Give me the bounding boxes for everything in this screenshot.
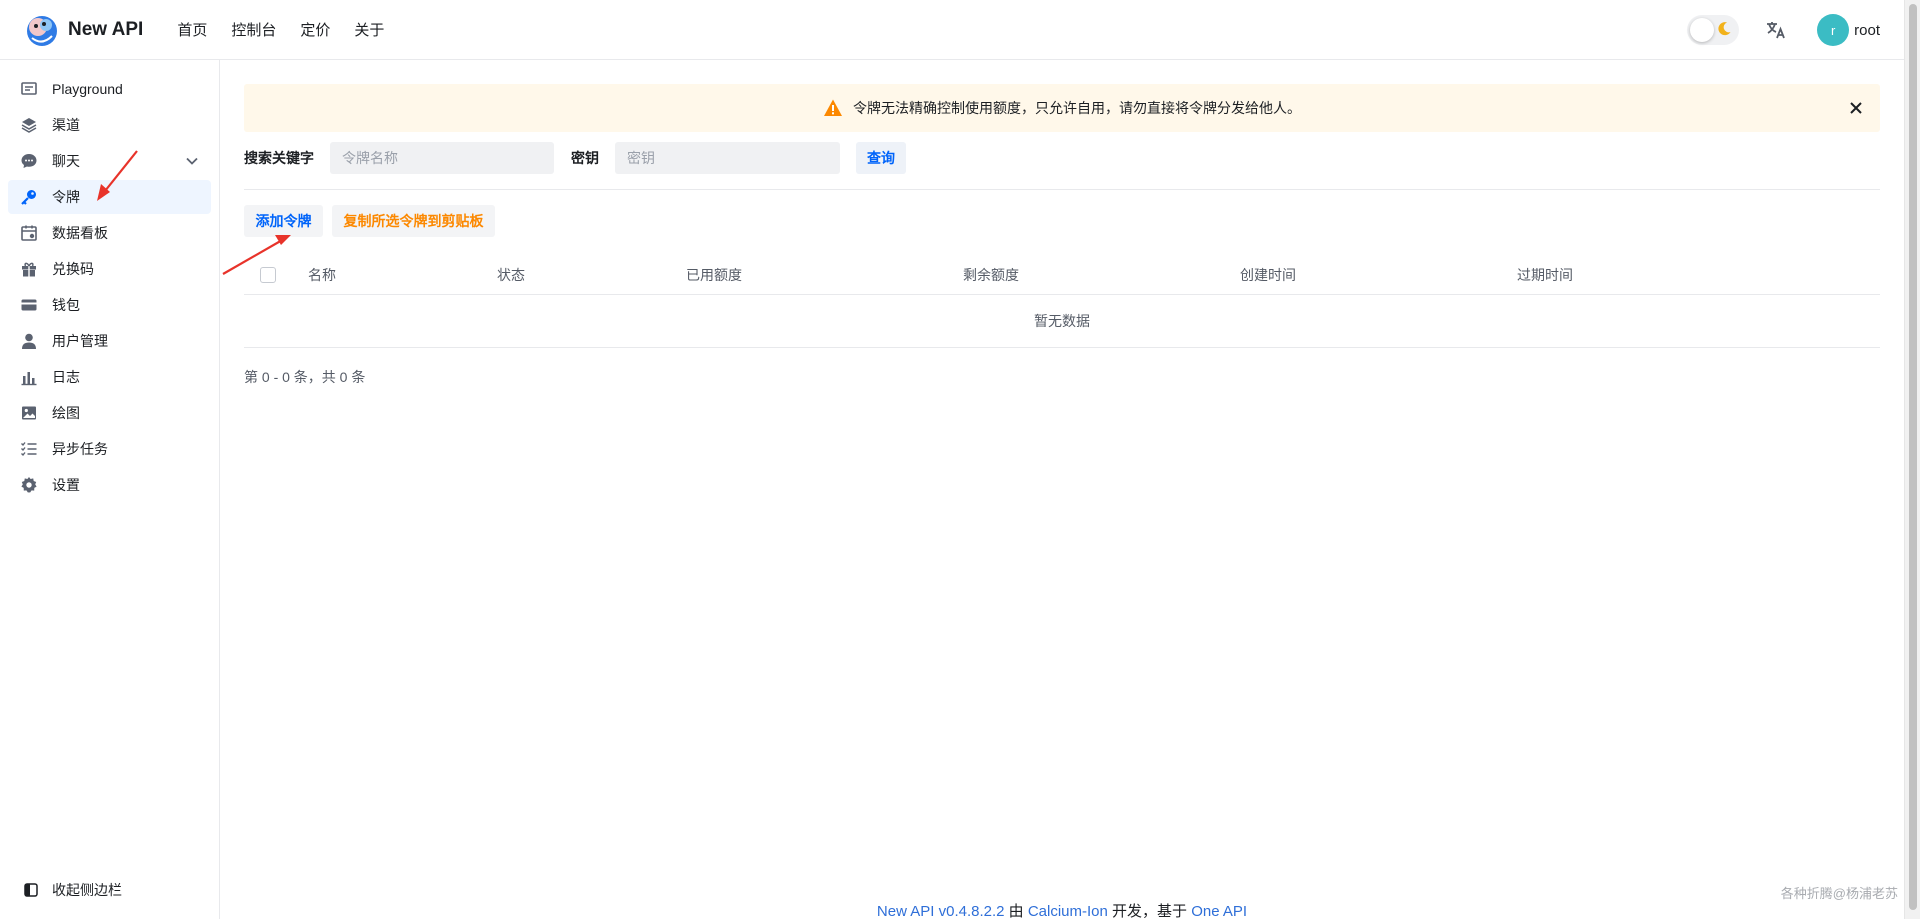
sidebar-item-chat[interactable]: 聊天 bbox=[8, 144, 211, 178]
top-nav: 首页 控制台 定价 关于 bbox=[177, 19, 408, 40]
copy-selected-tokens-button[interactable]: 复制所选令牌到剪贴板 bbox=[332, 205, 495, 237]
sidebar-item-wallet[interactable]: 钱包 bbox=[8, 288, 211, 322]
table-header: 名称 状态 已用额度 剩余额度 创建时间 过期时间 bbox=[244, 255, 1880, 295]
pagination-info: 第 0 - 0 条，共 0 条 bbox=[244, 369, 366, 385]
watermark: 各种折腾@杨浦老苏 bbox=[1780, 886, 1898, 901]
footer-by: 由 bbox=[1004, 903, 1028, 919]
app-name: New API bbox=[68, 18, 144, 40]
sidebar-item-tokens[interactable]: 令牌 bbox=[8, 180, 211, 214]
tokens-table: 名称 状态 已用额度 剩余额度 创建时间 过期时间 暂无数据 bbox=[244, 255, 1880, 348]
column-header-used-quota[interactable]: 已用额度 bbox=[686, 255, 742, 295]
page-scrollbar[interactable] bbox=[1904, 0, 1920, 919]
image-icon bbox=[22, 406, 36, 420]
column-header-created-time[interactable]: 创建时间 bbox=[1240, 255, 1296, 295]
sidebar-item-dashboard[interactable]: 数据看板 bbox=[8, 216, 211, 250]
bar-chart-icon bbox=[21, 372, 37, 386]
sidebar-item-label: 聊天 bbox=[52, 153, 80, 169]
toggle-knob bbox=[1690, 18, 1715, 42]
chat-bubble-icon bbox=[21, 154, 37, 168]
key-label: 密钥 bbox=[571, 150, 599, 166]
sidebar-item-label: 日志 bbox=[52, 369, 80, 385]
main-content: 令牌无法精确控制使用额度，只允许自用，请勿直接将令牌分发给他人。 搜索关键字 密… bbox=[220, 60, 1904, 919]
footer: New API v0.4.8.2.2 由 Calcium-Ion 开发，基于 O… bbox=[220, 900, 1904, 919]
token-name-input[interactable] bbox=[330, 142, 554, 174]
sidebar-item-playground[interactable]: Playground bbox=[8, 72, 211, 106]
keyword-label: 搜索关键字 bbox=[244, 150, 314, 166]
sidebar-item-label: 令牌 bbox=[52, 189, 80, 205]
sidebar-item-label: 用户管理 bbox=[52, 333, 108, 349]
nav-pricing[interactable]: 定价 bbox=[300, 19, 330, 40]
chevron-down-icon[interactable] bbox=[185, 154, 199, 168]
translate-icon[interactable] bbox=[1765, 19, 1787, 41]
search-form: 搜索关键字 密钥 查询 bbox=[244, 142, 1880, 174]
version-link[interactable]: New API v0.4.8.2.2 bbox=[877, 903, 1005, 919]
sidebar-item-label: 设置 bbox=[52, 477, 80, 493]
add-token-button[interactable]: 添加令牌 bbox=[244, 205, 323, 237]
sidebar-item-label: 兑换码 bbox=[52, 261, 94, 277]
sidebar-item-label: Playground bbox=[52, 81, 123, 97]
credit-card-icon bbox=[21, 299, 37, 311]
sidebar-item-logs[interactable]: 日志 bbox=[8, 360, 211, 394]
one-api-link[interactable]: One API bbox=[1191, 903, 1247, 919]
column-header-status[interactable]: 状态 bbox=[497, 255, 525, 295]
collapse-sidebar-label: 收起侧边栏 bbox=[52, 882, 122, 898]
sidebar-item-label: 异步任务 bbox=[52, 441, 108, 457]
scrollbar-thumb[interactable] bbox=[1909, 4, 1917, 910]
banner-text: 令牌无法精确控制使用额度，只允许自用，请勿直接将令牌分发给他人。 bbox=[853, 100, 1301, 116]
moon-icon bbox=[1718, 22, 1731, 36]
query-button[interactable]: 查询 bbox=[856, 142, 906, 174]
sidebar-item-redeem-codes[interactable]: 兑换码 bbox=[8, 252, 211, 286]
nav-console[interactable]: 控制台 bbox=[231, 19, 276, 40]
column-header-expire-time[interactable]: 过期时间 bbox=[1517, 255, 1573, 295]
warning-banner: 令牌无法精确控制使用额度，只允许自用，请勿直接将令牌分发给他人。 bbox=[244, 84, 1880, 132]
gift-icon bbox=[22, 262, 36, 277]
sidebar-item-label: 数据看板 bbox=[52, 225, 108, 241]
theme-toggle[interactable] bbox=[1687, 15, 1740, 45]
divider bbox=[244, 189, 1880, 190]
collapse-sidebar-button[interactable]: 收起侧边栏 bbox=[8, 875, 211, 905]
logo-icon bbox=[27, 15, 57, 46]
banner-content: 令牌无法精确控制使用额度，只允许自用，请勿直接将令牌分发给他人。 bbox=[244, 84, 1880, 132]
layers-icon bbox=[21, 118, 37, 133]
key-icon bbox=[21, 190, 36, 205]
sidebar-item-async-tasks[interactable]: 异步任务 bbox=[8, 432, 211, 466]
sidebar-item-label: 绘图 bbox=[52, 405, 80, 421]
select-all-checkbox[interactable] bbox=[260, 267, 276, 283]
user-name[interactable]: root bbox=[1854, 22, 1880, 39]
checklist-icon bbox=[21, 442, 37, 457]
table-empty-state: 暂无数据 bbox=[244, 295, 1880, 348]
avatar[interactable]: r bbox=[1817, 14, 1850, 46]
column-header-name[interactable]: 名称 bbox=[308, 255, 336, 295]
chat-square-icon bbox=[21, 82, 37, 95]
sidebar-item-channels[interactable]: 渠道 bbox=[8, 108, 211, 142]
action-bar: 添加令牌 复制所选令牌到剪贴板 bbox=[244, 205, 1044, 237]
sidebar-item-settings[interactable]: 设置 bbox=[8, 468, 211, 502]
sidebar-toggle-icon bbox=[24, 883, 38, 897]
app-logo[interactable]: New API bbox=[24, 12, 143, 48]
footer-dev: 开发，基于 bbox=[1107, 903, 1192, 919]
header-actions: r root bbox=[1687, 0, 1880, 60]
user-icon bbox=[22, 333, 36, 349]
sidebar: Playground 渠道 聊天 令牌 数据看板 兑换码 钱包 用户管理 日志 … bbox=[0, 60, 220, 919]
nav-home[interactable]: 首页 bbox=[177, 19, 207, 40]
author-link[interactable]: Calcium-Ion bbox=[1028, 903, 1108, 919]
warning-icon bbox=[824, 99, 842, 116]
nav-about[interactable]: 关于 bbox=[354, 19, 384, 40]
sidebar-item-user-management[interactable]: 用户管理 bbox=[8, 324, 211, 358]
top-header: New API 首页 控制台 定价 关于 r root bbox=[0, 0, 1904, 60]
gear-icon bbox=[21, 477, 37, 493]
sidebar-item-label: 渠道 bbox=[52, 117, 80, 133]
sidebar-item-label: 钱包 bbox=[52, 297, 80, 313]
close-icon[interactable] bbox=[1848, 100, 1864, 116]
sidebar-item-drawing[interactable]: 绘图 bbox=[8, 396, 211, 430]
calendar-chart-icon bbox=[21, 225, 37, 241]
column-header-remaining-quota[interactable]: 剩余额度 bbox=[963, 255, 1019, 295]
key-input[interactable] bbox=[615, 142, 840, 174]
